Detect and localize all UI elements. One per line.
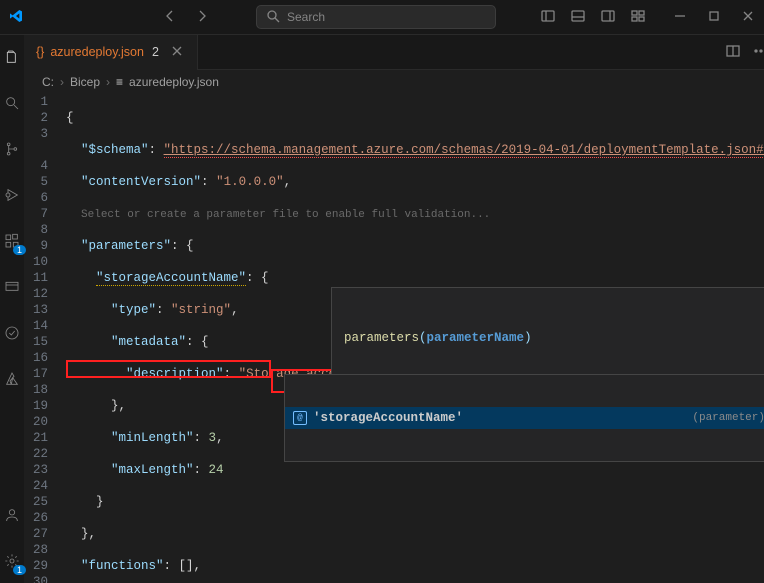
tab-problems-badge: 2 bbox=[152, 45, 159, 59]
layout-grid-icon[interactable] bbox=[630, 8, 646, 27]
testing-icon[interactable] bbox=[0, 321, 24, 345]
line-number: 23 bbox=[24, 462, 48, 478]
line-number: 1 bbox=[24, 94, 48, 110]
close-icon[interactable] bbox=[740, 8, 756, 27]
line-number: 17 bbox=[24, 366, 48, 382]
line-number: 22 bbox=[24, 446, 48, 462]
tab-close-icon[interactable] bbox=[169, 43, 185, 62]
tab-filename: azuredeploy.json bbox=[50, 45, 144, 59]
line-number: 30 bbox=[24, 574, 48, 583]
autocomplete-popup[interactable]: @ 'storageAccountName' (parameter) bbox=[284, 374, 764, 462]
tab-azuredeploy[interactable]: {} azuredeploy.json 2 bbox=[24, 35, 198, 70]
line-number: 4 bbox=[24, 158, 48, 174]
breadcrumb[interactable]: C: › Bicep › ≡ azuredeploy.json bbox=[24, 70, 764, 94]
explorer-icon[interactable] bbox=[0, 45, 24, 69]
line-number: 16 bbox=[24, 350, 48, 366]
minimize-icon[interactable] bbox=[672, 8, 688, 27]
json-file-icon: {} bbox=[36, 45, 44, 59]
line-number: 21 bbox=[24, 430, 48, 446]
extensions-icon[interactable]: 1 bbox=[0, 229, 24, 253]
remote-icon[interactable] bbox=[0, 275, 24, 299]
breadcrumb-seg: C: bbox=[42, 75, 54, 89]
line-number: 18 bbox=[24, 382, 48, 398]
autocomplete-item[interactable]: @ 'storageAccountName' (parameter) bbox=[285, 407, 764, 429]
breadcrumb-seg: azuredeploy.json bbox=[129, 75, 219, 89]
line-number: 14 bbox=[24, 318, 48, 334]
search-input[interactable]: Search bbox=[256, 5, 496, 29]
line-number: 20 bbox=[24, 414, 48, 430]
json-file-icon: ≡ bbox=[116, 75, 123, 89]
layout-left-icon[interactable] bbox=[540, 8, 556, 27]
line-number: 5 bbox=[24, 174, 48, 190]
line-number: 6 bbox=[24, 190, 48, 206]
chevron-right-icon: › bbox=[60, 75, 64, 89]
line-number bbox=[24, 142, 48, 158]
search-icon bbox=[265, 8, 281, 27]
more-actions-icon[interactable] bbox=[753, 43, 764, 62]
search-nav-icon[interactable] bbox=[0, 91, 24, 115]
code-editor[interactable]: 1234567891011121314151617181920212223242… bbox=[24, 94, 764, 583]
line-number: 12 bbox=[24, 286, 48, 302]
settings-icon[interactable]: 1 bbox=[0, 549, 24, 573]
parameter-hint: Select or create a parameter file to ena… bbox=[81, 209, 490, 221]
chevron-right-icon: › bbox=[106, 75, 110, 89]
layout-bottom-icon[interactable] bbox=[570, 8, 586, 27]
line-number: 2 bbox=[24, 110, 48, 126]
variable-icon: @ bbox=[293, 411, 307, 425]
scm-icon[interactable] bbox=[0, 137, 24, 161]
azure-icon[interactable] bbox=[0, 367, 24, 391]
line-number: 25 bbox=[24, 494, 48, 510]
search-placeholder: Search bbox=[287, 10, 325, 24]
line-number: 19 bbox=[24, 398, 48, 414]
maximize-icon[interactable] bbox=[706, 8, 722, 27]
line-number: 29 bbox=[24, 558, 48, 574]
line-number: 26 bbox=[24, 510, 48, 526]
line-number: 15 bbox=[24, 334, 48, 350]
nav-back-icon[interactable] bbox=[162, 8, 178, 27]
line-number: 24 bbox=[24, 478, 48, 494]
line-number: 27 bbox=[24, 526, 48, 542]
line-number: 7 bbox=[24, 206, 48, 222]
split-editor-icon[interactable] bbox=[725, 43, 741, 62]
autocomplete-kind: (parameter) bbox=[692, 410, 764, 426]
line-number: 8 bbox=[24, 222, 48, 238]
line-number: 10 bbox=[24, 254, 48, 270]
line-number: 3 bbox=[24, 126, 48, 142]
debug-icon[interactable] bbox=[0, 183, 24, 207]
line-number: 9 bbox=[24, 238, 48, 254]
line-number: 13 bbox=[24, 302, 48, 318]
autocomplete-label: 'storageAccountName' bbox=[313, 410, 463, 426]
account-icon[interactable] bbox=[0, 503, 24, 527]
line-number: 11 bbox=[24, 270, 48, 286]
vscode-logo bbox=[8, 8, 26, 26]
nav-forward-icon[interactable] bbox=[194, 8, 210, 27]
breadcrumb-seg: Bicep bbox=[70, 75, 100, 89]
line-number: 28 bbox=[24, 542, 48, 558]
layout-right-icon[interactable] bbox=[600, 8, 616, 27]
